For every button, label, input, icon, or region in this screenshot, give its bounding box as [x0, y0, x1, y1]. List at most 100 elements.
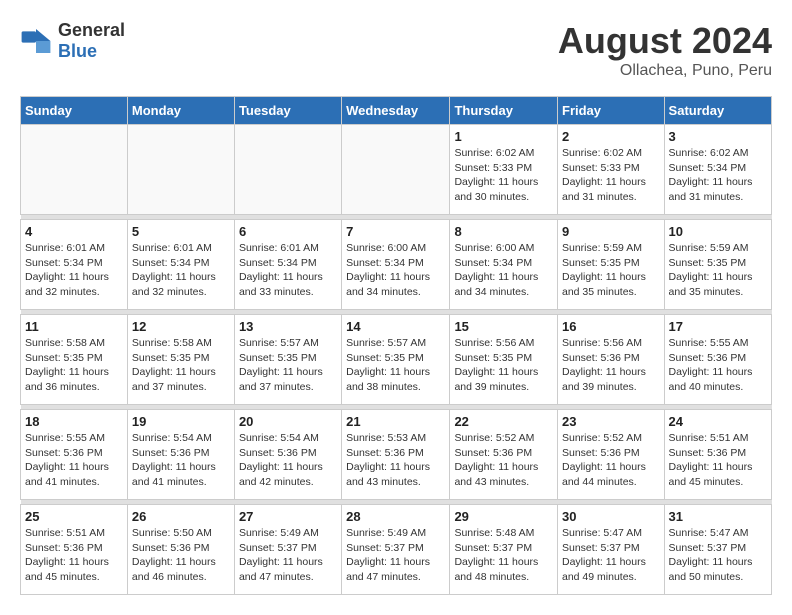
calendar-cell: 6 Sunrise: 6:01 AM Sunset: 5:34 PM Daylig…: [234, 220, 341, 310]
day-info: Sunrise: 5:54 AM Sunset: 5:36 PM Dayligh…: [132, 431, 230, 490]
calendar-cell: 1 Sunrise: 6:02 AM Sunset: 5:33 PM Daylig…: [450, 125, 558, 215]
day-number: 5: [132, 224, 230, 239]
calendar-cell: 9Sunrise: 5:59 AM Sunset: 5:35 PM Daylig…: [558, 220, 665, 310]
day-info: Sunrise: 6:02 AM Sunset: 5:34 PM Dayligh…: [669, 146, 767, 205]
day-info: Sunrise: 5:55 AM Sunset: 5:36 PM Dayligh…: [669, 336, 767, 395]
calendar-cell: 4 Sunrise: 6:01 AM Sunset: 5:34 PM Daylig…: [21, 220, 128, 310]
day-info: Sunrise: 5:50 AM Sunset: 5:36 PM Dayligh…: [132, 526, 230, 585]
day-info: Sunrise: 5:49 AM Sunset: 5:37 PM Dayligh…: [346, 526, 445, 585]
day-number: 18: [25, 414, 123, 429]
calendar-cell: [127, 125, 234, 215]
calendar-cell: [21, 125, 128, 215]
day-info: Sunrise: 6:01 AM Sunset: 5:34 PM Dayligh…: [239, 241, 337, 300]
day-info: Sunrise: 5:52 AM Sunset: 5:36 PM Dayligh…: [454, 431, 553, 490]
calendar-cell: 22 Sunrise: 5:52 AM Sunset: 5:36 PM Dayli…: [450, 410, 558, 500]
day-info: Sunrise: 5:55 AM Sunset: 5:36 PM Dayligh…: [25, 431, 123, 490]
day-info: Sunrise: 5:48 AM Sunset: 5:37 PM Dayligh…: [454, 526, 553, 585]
day-info: Sunrise: 6:00 AM Sunset: 5:34 PM Dayligh…: [454, 241, 553, 300]
day-number: 19: [132, 414, 230, 429]
day-number: 14: [346, 319, 445, 334]
calendar-cell: 25Sunrise: 5:51 AM Sunset: 5:36 PM Dayli…: [21, 505, 128, 595]
logo-general: General: [58, 20, 125, 40]
day-number: 26: [132, 509, 230, 524]
calendar-cell: 5 Sunrise: 6:01 AM Sunset: 5:34 PM Daylig…: [127, 220, 234, 310]
weekday-header-thursday: Thursday: [450, 97, 558, 125]
day-number: 21: [346, 414, 445, 429]
calendar-cell: 26 Sunrise: 5:50 AM Sunset: 5:36 PM Dayli…: [127, 505, 234, 595]
calendar-cell: 2 Sunrise: 6:02 AM Sunset: 5:33 PM Daylig…: [558, 125, 665, 215]
weekday-header-wednesday: Wednesday: [342, 97, 450, 125]
calendar-cell: 27Sunrise: 5:49 AM Sunset: 5:37 PM Dayli…: [234, 505, 341, 595]
day-info: Sunrise: 6:00 AM Sunset: 5:34 PM Dayligh…: [346, 241, 445, 300]
calendar-cell: 16 Sunrise: 5:56 AM Sunset: 5:36 PM Dayli…: [558, 315, 665, 405]
weekday-header-tuesday: Tuesday: [234, 97, 341, 125]
calendar-cell: 17 Sunrise: 5:55 AM Sunset: 5:36 PM Dayli…: [664, 315, 771, 405]
logo-text: General Blue: [58, 20, 125, 62]
calendar-cell: 19 Sunrise: 5:54 AM Sunset: 5:36 PM Dayli…: [127, 410, 234, 500]
day-number: 2: [562, 129, 660, 144]
day-number: 23: [562, 414, 660, 429]
day-info: Sunrise: 5:47 AM Sunset: 5:37 PM Dayligh…: [562, 526, 660, 585]
calendar-cell: [342, 125, 450, 215]
day-info: Sunrise: 5:51 AM Sunset: 5:36 PM Dayligh…: [25, 526, 123, 585]
day-number: 29: [454, 509, 553, 524]
weekday-header-monday: Monday: [127, 97, 234, 125]
month-year-title: August 2024: [558, 20, 772, 62]
day-number: 4: [25, 224, 123, 239]
calendar-cell: 24Sunrise: 5:51 AM Sunset: 5:36 PM Dayli…: [664, 410, 771, 500]
day-info: Sunrise: 5:58 AM Sunset: 5:35 PM Dayligh…: [25, 336, 123, 395]
weekday-header-saturday: Saturday: [664, 97, 771, 125]
day-number: 8: [454, 224, 553, 239]
day-info: Sunrise: 6:01 AM Sunset: 5:34 PM Dayligh…: [132, 241, 230, 300]
calendar-cell: 21Sunrise: 5:53 AM Sunset: 5:36 PM Dayli…: [342, 410, 450, 500]
day-number: 22: [454, 414, 553, 429]
logo-icon: [20, 25, 52, 57]
day-info: Sunrise: 5:56 AM Sunset: 5:35 PM Dayligh…: [454, 336, 553, 395]
calendar-cell: 18 Sunrise: 5:55 AM Sunset: 5:36 PM Dayli…: [21, 410, 128, 500]
day-number: 11: [25, 319, 123, 334]
calendar-cell: 12 Sunrise: 5:58 AM Sunset: 5:35 PM Dayli…: [127, 315, 234, 405]
day-number: 7: [346, 224, 445, 239]
day-info: Sunrise: 5:57 AM Sunset: 5:35 PM Dayligh…: [346, 336, 445, 395]
calendar-cell: 13Sunrise: 5:57 AM Sunset: 5:35 PM Dayli…: [234, 315, 341, 405]
calendar-cell: 7 Sunrise: 6:00 AM Sunset: 5:34 PM Daylig…: [342, 220, 450, 310]
day-info: Sunrise: 5:59 AM Sunset: 5:35 PM Dayligh…: [562, 241, 660, 300]
day-number: 27: [239, 509, 337, 524]
day-number: 31: [669, 509, 767, 524]
day-info: Sunrise: 5:52 AM Sunset: 5:36 PM Dayligh…: [562, 431, 660, 490]
weekday-header-friday: Friday: [558, 97, 665, 125]
calendar-table: SundayMondayTuesdayWednesdayThursdayFrid…: [20, 96, 772, 595]
day-number: 17: [669, 319, 767, 334]
day-info: Sunrise: 5:58 AM Sunset: 5:35 PM Dayligh…: [132, 336, 230, 395]
page-header: General Blue August 2024 Ollachea, Puno,…: [20, 20, 772, 80]
logo: General Blue: [20, 20, 125, 62]
day-number: 10: [669, 224, 767, 239]
week-row-1: 1 Sunrise: 6:02 AM Sunset: 5:33 PM Daylig…: [21, 125, 772, 215]
day-info: Sunrise: 5:47 AM Sunset: 5:37 PM Dayligh…: [669, 526, 767, 585]
calendar-cell: 15Sunrise: 5:56 AM Sunset: 5:35 PM Dayli…: [450, 315, 558, 405]
calendar-cell: 14 Sunrise: 5:57 AM Sunset: 5:35 PM Dayli…: [342, 315, 450, 405]
weekday-header-row: SundayMondayTuesdayWednesdayThursdayFrid…: [21, 97, 772, 125]
day-info: Sunrise: 5:56 AM Sunset: 5:36 PM Dayligh…: [562, 336, 660, 395]
day-number: 13: [239, 319, 337, 334]
day-info: Sunrise: 6:02 AM Sunset: 5:33 PM Dayligh…: [562, 146, 660, 205]
week-row-4: 18 Sunrise: 5:55 AM Sunset: 5:36 PM Dayli…: [21, 410, 772, 500]
day-number: 1: [454, 129, 553, 144]
day-number: 6: [239, 224, 337, 239]
day-number: 24: [669, 414, 767, 429]
day-info: Sunrise: 6:01 AM Sunset: 5:34 PM Dayligh…: [25, 241, 123, 300]
day-info: Sunrise: 6:02 AM Sunset: 5:33 PM Dayligh…: [454, 146, 553, 205]
weekday-header-sunday: Sunday: [21, 97, 128, 125]
calendar-cell: 29 Sunrise: 5:48 AM Sunset: 5:37 PM Dayli…: [450, 505, 558, 595]
day-number: 12: [132, 319, 230, 334]
day-number: 20: [239, 414, 337, 429]
title-block: August 2024 Ollachea, Puno, Peru: [558, 20, 772, 80]
calendar-cell: 23 Sunrise: 5:52 AM Sunset: 5:36 PM Dayli…: [558, 410, 665, 500]
calendar-cell: 30Sunrise: 5:47 AM Sunset: 5:37 PM Dayli…: [558, 505, 665, 595]
week-row-5: 25Sunrise: 5:51 AM Sunset: 5:36 PM Dayli…: [21, 505, 772, 595]
day-number: 16: [562, 319, 660, 334]
calendar-cell: [234, 125, 341, 215]
calendar-cell: 11 Sunrise: 5:58 AM Sunset: 5:35 PM Dayli…: [21, 315, 128, 405]
day-number: 3: [669, 129, 767, 144]
week-row-3: 11 Sunrise: 5:58 AM Sunset: 5:35 PM Dayli…: [21, 315, 772, 405]
